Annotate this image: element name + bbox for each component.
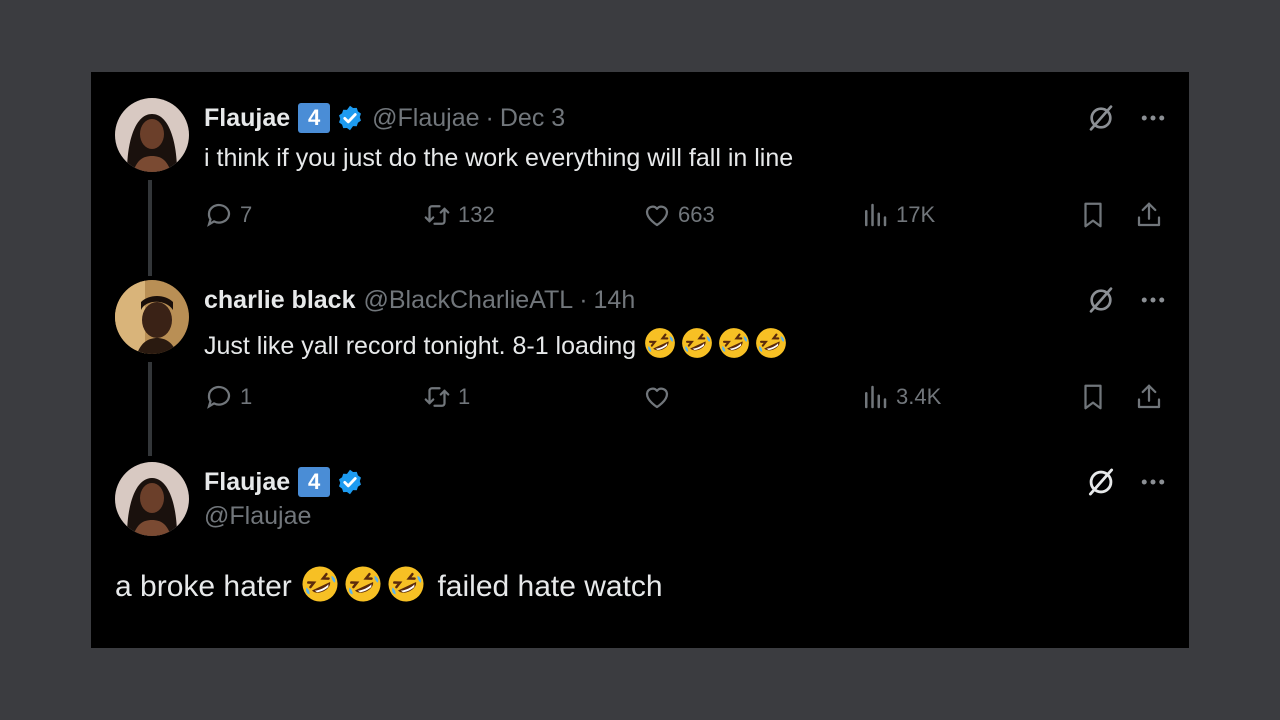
views-icon <box>860 382 890 412</box>
tweet-header: Flaujae 4 @Flaujae · Dec 3 <box>204 100 565 136</box>
share-icon <box>1134 200 1164 230</box>
tweet-header: Flaujae 4 <box>204 464 364 500</box>
separator-dot: · <box>579 285 588 314</box>
grok-icon[interactable] <box>1084 283 1118 317</box>
emoji-group <box>300 570 429 603</box>
reply-icon <box>204 382 234 412</box>
tweet-header: charlie black @BlackCharlieATL · 14h <box>204 282 635 318</box>
like-icon <box>642 382 672 412</box>
reply-button[interactable]: 7 <box>204 200 252 230</box>
user-handle[interactable]: @BlackCharlieATL <box>363 286 573 315</box>
rofl-emoji <box>643 326 677 360</box>
tweet-text-body: Just like yall record tonight. 8-1 loadi… <box>204 332 637 360</box>
tweet-text: i think if you just do the work everythi… <box>204 144 794 172</box>
tweet-actions: 7 132 663 17K <box>204 200 1184 240</box>
repost-icon <box>422 200 452 230</box>
display-name[interactable]: charlie black <box>204 286 355 315</box>
reply-button[interactable]: 1 <box>204 382 252 412</box>
rofl-emoji <box>386 564 426 604</box>
like-button[interactable]: 663 <box>642 200 715 230</box>
bookmark-icon <box>1078 382 1108 412</box>
display-name[interactable]: Flaujae <box>204 468 290 497</box>
tweet-text: Just like yall record tonight. 8-1 loadi… <box>204 326 791 361</box>
tweet-thread-panel: Flaujae 4 @Flaujae · Dec 3 i think if yo… <box>91 72 1189 648</box>
views-button[interactable]: 3.4K <box>860 382 941 412</box>
more-icon[interactable] <box>1136 101 1170 135</box>
grok-icon[interactable] <box>1084 101 1118 135</box>
separator-dot: · <box>485 103 494 132</box>
like-button[interactable] <box>642 382 678 412</box>
rofl-emoji <box>300 564 340 604</box>
like-count: 663 <box>678 202 715 227</box>
views-button[interactable]: 17K <box>860 200 935 230</box>
tweet-text-after: failed hate watch <box>437 570 663 603</box>
reply-count: 1 <box>240 384 253 409</box>
avatar-flaujae[interactable] <box>115 462 189 536</box>
share-button[interactable] <box>1134 200 1170 230</box>
share-button[interactable] <box>1134 382 1170 412</box>
user-handle-text: @Flaujae <box>204 502 312 530</box>
view-count: 17K <box>896 202 936 227</box>
rofl-emoji <box>680 326 714 360</box>
avatar-charlie-black[interactable] <box>115 280 189 354</box>
tweet-text-before: a broke hater <box>115 570 292 603</box>
tweet-timestamp[interactable]: 14h <box>594 286 636 315</box>
affiliate-badge[interactable]: 4 <box>298 103 331 133</box>
more-icon[interactable] <box>1136 465 1170 499</box>
reply-icon <box>204 200 234 230</box>
repost-count: 132 <box>458 202 495 227</box>
reply-count: 7 <box>240 202 253 227</box>
verified-icon[interactable] <box>336 468 364 496</box>
view-count: 3.4K <box>896 384 942 409</box>
tweet-timestamp[interactable]: Dec 3 <box>500 104 565 133</box>
rofl-emoji <box>754 326 788 360</box>
rofl-emoji <box>717 326 751 360</box>
tweet-3-focused[interactable]: Flaujae 4 @Flaujae <box>91 454 1189 648</box>
user-handle[interactable]: @Flaujae <box>204 502 311 531</box>
bookmark-button[interactable] <box>1078 382 1114 412</box>
repost-count: 1 <box>458 384 471 409</box>
share-icon <box>1134 382 1164 412</box>
repost-button[interactable]: 1 <box>422 382 470 412</box>
thread-connector-line <box>148 180 152 276</box>
verified-icon[interactable] <box>336 104 364 132</box>
tweet-1[interactable]: Flaujae 4 @Flaujae · Dec 3 i think if yo… <box>91 72 1189 276</box>
affiliate-badge[interactable]: 4 <box>298 467 331 497</box>
grok-icon[interactable] <box>1084 465 1118 499</box>
display-name[interactable]: Flaujae <box>204 104 290 133</box>
bookmark-button[interactable] <box>1078 200 1114 230</box>
tweet-2[interactable]: charlie black @BlackCharlieATL · 14h Jus… <box>91 272 1189 456</box>
user-handle[interactable]: @Flaujae <box>372 104 479 133</box>
thread-connector-line <box>148 362 152 456</box>
like-icon <box>642 200 672 230</box>
rofl-emoji <box>343 564 383 604</box>
views-icon <box>860 200 890 230</box>
avatar-flaujae[interactable] <box>115 98 189 172</box>
repost-button[interactable]: 132 <box>422 200 495 230</box>
focused-tweet-text: a broke hater failed hate watch <box>115 564 663 604</box>
bookmark-icon <box>1078 200 1108 230</box>
tweet-actions: 1 1 3.4K <box>204 382 1184 422</box>
repost-icon <box>422 382 452 412</box>
more-icon[interactable] <box>1136 283 1170 317</box>
emoji-group <box>643 332 791 360</box>
